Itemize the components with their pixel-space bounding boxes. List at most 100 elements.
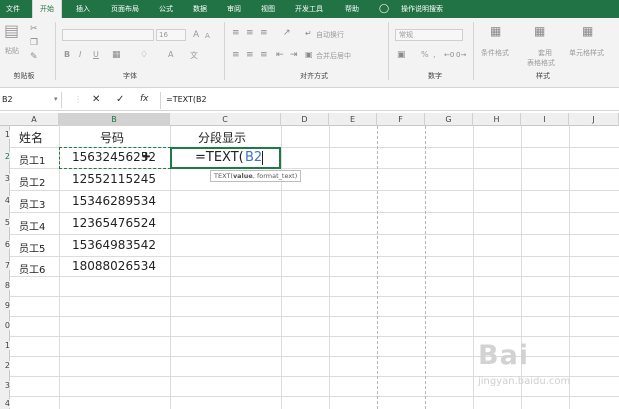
row-header[interactable]: 0: [0, 321, 10, 330]
active-cell-c2[interactable]: =TEXT( B2: [170, 147, 281, 169]
decrease-indent-icon[interactable]: ⇤: [276, 50, 284, 60]
decrease-decimal-icon[interactable]: 0→: [456, 50, 466, 60]
column-header-d[interactable]: D: [281, 113, 329, 126]
align-top-icon[interactable]: ≡: [232, 28, 240, 38]
tab-insert[interactable]: 插入: [68, 0, 98, 18]
conditional-format-icon[interactable]: ▦: [490, 25, 501, 37]
column-header-a[interactable]: A: [10, 113, 59, 126]
column-header-h[interactable]: H: [473, 113, 521, 126]
copy-icon[interactable]: ❐: [30, 38, 38, 48]
header-segmented[interactable]: 分段显示: [198, 129, 246, 146]
cell-number[interactable]: 15364983542: [72, 238, 156, 252]
insert-function-button[interactable]: fx: [140, 94, 149, 104]
font-size-dropdown[interactable]: 16: [156, 29, 186, 41]
row-header[interactable]: 8: [0, 281, 10, 290]
cell-number[interactable]: 15346289534: [72, 194, 156, 208]
number-format-dropdown[interactable]: 常规: [395, 29, 463, 41]
format-as-table-icon[interactable]: ▦: [534, 25, 545, 37]
column-header-b[interactable]: B: [59, 113, 170, 126]
wrap-text-button[interactable]: 自动换行: [316, 30, 344, 40]
cell-styles-icon[interactable]: ▦: [582, 25, 593, 37]
increase-indent-icon[interactable]: ⇥: [290, 50, 298, 60]
align-left-icon[interactable]: ≡: [232, 50, 240, 60]
chevron-down-icon[interactable]: ▾: [54, 95, 58, 103]
tell-me-search[interactable]: 操作说明搜索: [394, 0, 450, 18]
format-as-table-line2[interactable]: 表格格式: [527, 58, 555, 68]
increase-decimal-icon[interactable]: ←0: [444, 50, 454, 60]
orientation-icon[interactable]: ↗: [283, 28, 291, 38]
phonetic-button[interactable]: 文: [190, 50, 198, 61]
column-header-i[interactable]: I: [521, 113, 569, 126]
cell-name[interactable]: 员工5: [19, 240, 45, 255]
increase-font-button[interactable]: A: [193, 30, 199, 40]
row-header[interactable]: 3: [0, 174, 10, 183]
tab-data[interactable]: 数据: [186, 0, 214, 18]
align-center-icon[interactable]: ≡: [246, 50, 254, 60]
tooltip-rest: , format_text): [252, 172, 298, 180]
cell-number[interactable]: 18088026534: [72, 259, 156, 273]
tab-home[interactable]: 开始: [32, 0, 62, 18]
editing-formula-ref: B2: [245, 150, 263, 165]
cell-name[interactable]: 员工2: [19, 174, 45, 189]
cell-number[interactable]: 12365476524: [72, 216, 156, 230]
row-header[interactable]: 7: [0, 261, 10, 270]
tab-page-layout[interactable]: 页面布局: [104, 0, 146, 18]
header-name[interactable]: 姓名: [19, 129, 43, 146]
format-painter-icon[interactable]: ✎: [30, 52, 38, 62]
column-header-c[interactable]: C: [170, 113, 281, 126]
cell-name[interactable]: 员工4: [19, 218, 45, 233]
conditional-format-button[interactable]: 条件格式: [481, 48, 509, 58]
paste-icon[interactable]: ▤: [4, 23, 19, 39]
tab-help[interactable]: 帮助: [338, 0, 366, 18]
fill-color-icon[interactable]: ♢: [140, 50, 148, 60]
borders-icon[interactable]: ▦: [112, 50, 121, 60]
italic-button[interactable]: I: [79, 50, 81, 59]
underline-button[interactable]: U: [93, 50, 99, 59]
merge-icon: ▣: [305, 50, 313, 59]
cut-icon[interactable]: ✂: [30, 24, 38, 34]
enter-button[interactable]: ✓: [116, 94, 124, 105]
column-header-e[interactable]: E: [329, 113, 377, 126]
formula-input[interactable]: =TEXT(B2: [166, 92, 207, 108]
row-header[interactable]: 3: [0, 381, 10, 390]
font-color-button[interactable]: A: [168, 50, 173, 59]
tab-file[interactable]: 文件: [0, 0, 26, 18]
tab-view[interactable]: 视图: [254, 0, 282, 18]
row-header[interactable]: 6: [0, 240, 10, 249]
header-number[interactable]: 号码: [100, 129, 124, 146]
cell-name[interactable]: 员工3: [19, 196, 45, 211]
currency-icon[interactable]: ▣: [397, 50, 406, 60]
row-header[interactable]: 1: [0, 341, 10, 350]
bold-button[interactable]: B: [64, 50, 70, 59]
row-header[interactable]: 2: [0, 361, 10, 370]
row-header[interactable]: 9: [0, 301, 10, 310]
row-header[interactable]: 1: [0, 130, 10, 139]
tab-formulas[interactable]: 公式: [152, 0, 180, 18]
cancel-button[interactable]: ✕: [92, 94, 100, 105]
column-header-f[interactable]: F: [377, 113, 425, 126]
row-header[interactable]: 2: [0, 152, 10, 161]
paste-button[interactable]: 粘贴: [5, 46, 19, 56]
row-header[interactable]: 4: [0, 196, 10, 205]
align-bottom-icon[interactable]: ≡: [260, 28, 268, 38]
cell-name[interactable]: 员工1: [19, 152, 45, 167]
font-name-dropdown[interactable]: [62, 29, 154, 41]
column-header-j[interactable]: J: [569, 113, 619, 126]
format-as-table-line1[interactable]: 套用: [538, 48, 552, 58]
row-header[interactable]: 5: [0, 218, 10, 227]
percent-button[interactable]: %: [421, 50, 429, 59]
cell-name[interactable]: 员工6: [19, 261, 45, 276]
name-box[interactable]: B2: [0, 92, 62, 108]
comma-button[interactable]: ,: [433, 50, 436, 59]
copy-range-border: [59, 147, 171, 169]
align-middle-icon[interactable]: ≡: [246, 28, 254, 38]
decrease-font-button[interactable]: A: [205, 32, 210, 40]
cell-number[interactable]: 12552115245: [72, 172, 156, 186]
column-header-g[interactable]: G: [425, 113, 473, 126]
row-header[interactable]: 4: [0, 399, 10, 408]
merge-center-button[interactable]: 合并后居中: [316, 51, 351, 61]
tab-review[interactable]: 审阅: [220, 0, 248, 18]
tab-developer[interactable]: 开发工具: [288, 0, 330, 18]
cell-styles-button[interactable]: 单元格样式: [569, 48, 604, 58]
align-right-icon[interactable]: ≡: [260, 50, 268, 60]
